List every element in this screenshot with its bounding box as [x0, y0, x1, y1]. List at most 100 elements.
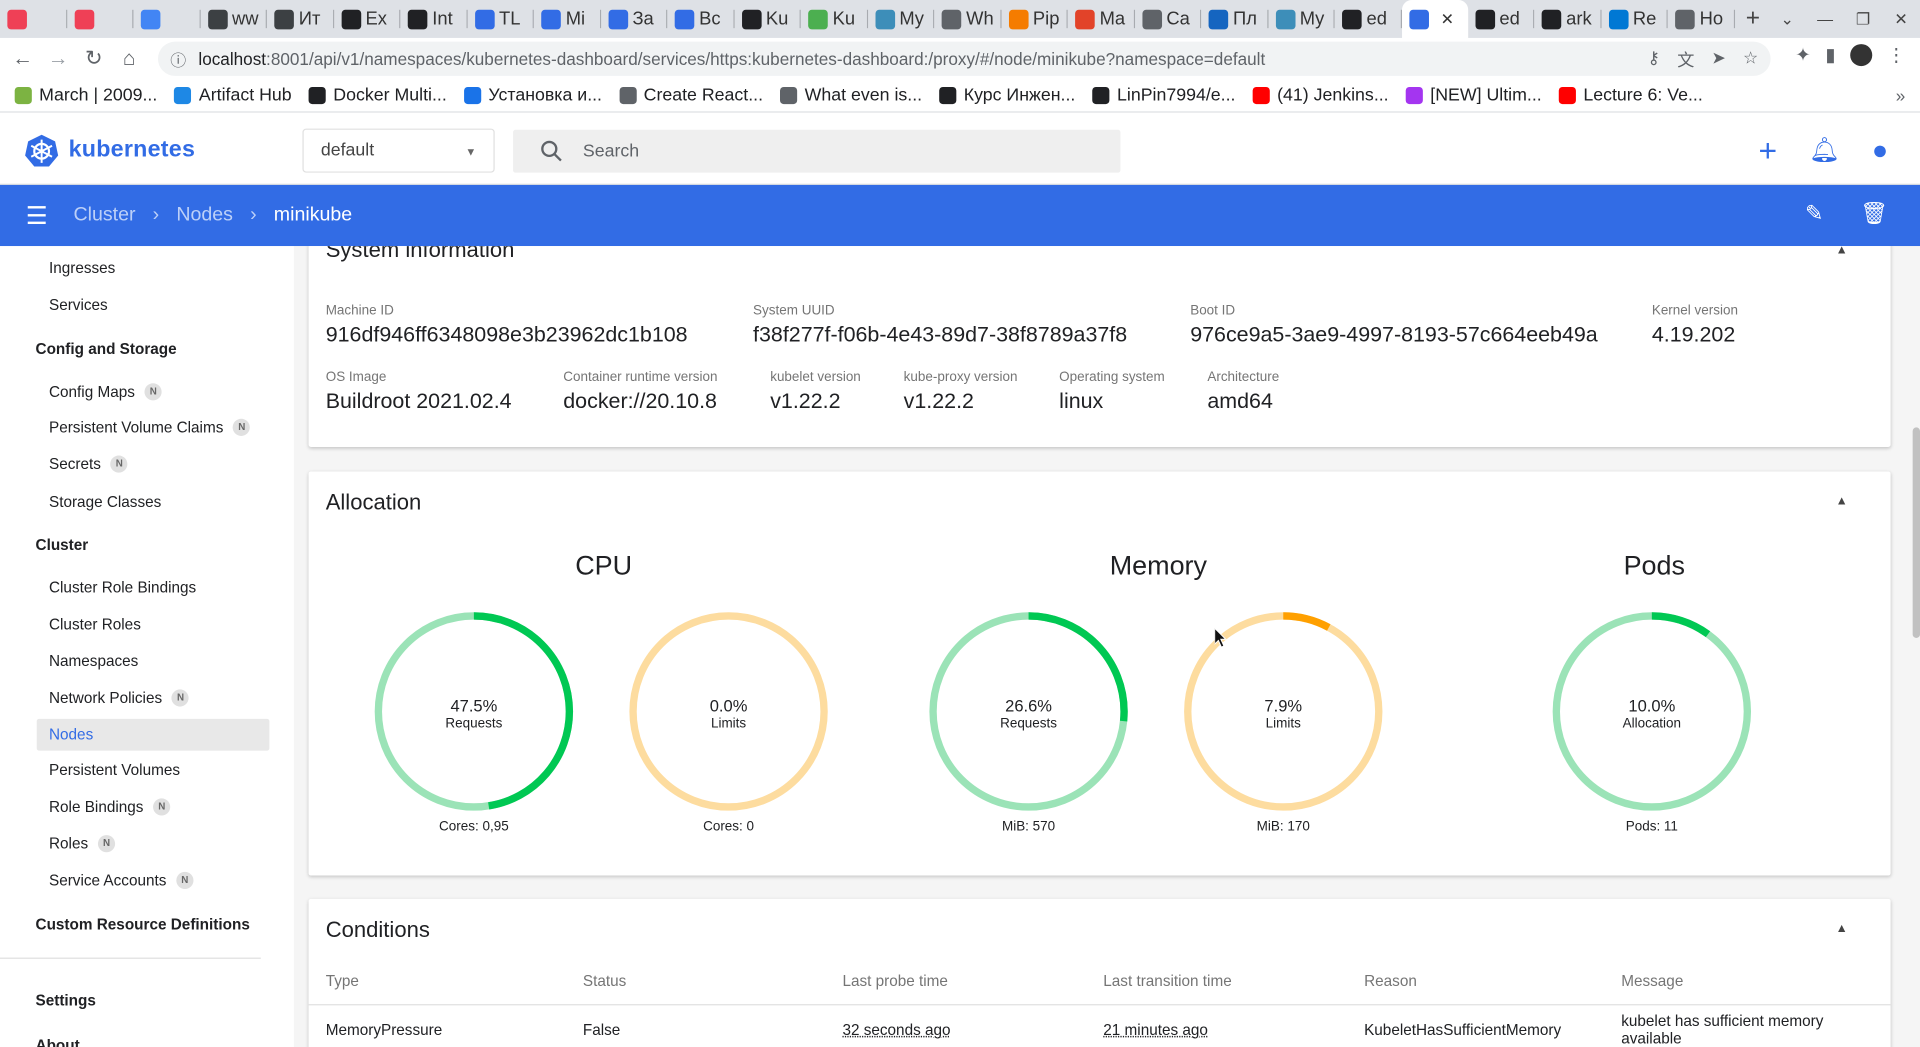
column-header[interactable]: Last transition time [1103, 972, 1231, 989]
sidebar-item-config-maps[interactable]: Config Maps N [49, 383, 162, 401]
delete-trash-icon[interactable]: 🗑︎ [1860, 201, 1888, 227]
reload-icon[interactable]: ↻ [76, 47, 112, 71]
sidebar-item-service-accounts[interactable]: Service Accounts N [49, 871, 194, 890]
browser-tab[interactable]: Пл [1201, 0, 1268, 38]
browser-tab[interactable]: Wh [934, 0, 1001, 38]
forward-icon[interactable]: → [40, 47, 76, 71]
sidebar-item-namespaces[interactable]: Namespaces [49, 653, 138, 670]
bookmark-item[interactable]: Docker Multi... [308, 86, 447, 105]
browser-tab[interactable]: Ca [1134, 0, 1201, 38]
sidebar-item-services[interactable]: Services [49, 296, 108, 313]
bookmark-item[interactable]: [NEW] Ultim... [1405, 86, 1542, 105]
bookmark-item[interactable]: Artifact Hub [174, 86, 292, 105]
browser-tab[interactable] [67, 0, 134, 38]
sidebar-item-persistent-volume-claims[interactable]: Persistent Volume Claims N [49, 418, 251, 436]
tab-search-icon[interactable]: ⌄ [1768, 9, 1806, 29]
send-icon[interactable]: ➤ [1711, 48, 1725, 72]
account-circle-icon[interactable]: ● [1872, 137, 1888, 164]
browser-tab[interactable]: ark [1534, 0, 1601, 38]
back-icon[interactable]: ← [5, 47, 41, 71]
create-plus-icon[interactable]: + [1759, 135, 1778, 167]
sidebar-item-role-bindings[interactable]: Role Bindings N [49, 798, 171, 816]
browser-tab[interactable]: Вс [667, 0, 734, 38]
profile-avatar[interactable] [1850, 44, 1873, 67]
sidebar-section-cluster[interactable]: Cluster [36, 536, 89, 553]
browser-tab[interactable] [0, 0, 67, 38]
browser-tab[interactable]: Int [400, 0, 467, 38]
collapse-arrow-icon[interactable]: ▲ [1836, 495, 1848, 508]
column-header[interactable]: Type [326, 972, 359, 989]
sidebar-item-secrets[interactable]: Secrets N [49, 455, 128, 473]
sidebar-section-config-and-storage[interactable]: Config and Storage [36, 340, 177, 357]
close-window-icon[interactable]: ✕ [1882, 9, 1920, 29]
bookmark-item[interactable]: March | 2009... [14, 86, 158, 105]
sidebar-section-settings[interactable]: Settings [36, 992, 96, 1009]
browser-tab[interactable]: Mi [534, 0, 601, 38]
breadcrumb-cluster[interactable]: Cluster [73, 205, 135, 227]
sidebar-item-roles[interactable]: Roles N [49, 835, 116, 853]
sidebar-section-about[interactable]: About [36, 1037, 80, 1047]
column-header[interactable]: Status [583, 972, 626, 989]
namespace-selector[interactable]: default ▼ [302, 128, 495, 173]
bookmark-item[interactable]: Create React... [619, 86, 763, 105]
browser-tab[interactable]: My [1268, 0, 1335, 38]
browser-tab[interactable]: Re [1601, 0, 1668, 38]
column-header[interactable]: Reason [1364, 972, 1417, 989]
browser-menu-icon[interactable]: ⋮ [1887, 44, 1905, 66]
collapse-arrow-icon[interactable]: ▲ [1836, 246, 1848, 257]
browser-tab[interactable]: Ex [334, 0, 401, 38]
search-input[interactable]: Search [583, 141, 639, 161]
sidebar-item-persistent-volumes[interactable]: Persistent Volumes [49, 762, 180, 779]
bookmark-star-icon[interactable]: ☆ [1743, 48, 1758, 72]
browser-tab[interactable]: За [601, 0, 668, 38]
address-bar[interactable]: ⓘ localhost:8001/api/v1/namespaces/kuber… [157, 41, 1771, 76]
sidebar-section-custom-resource-definitions[interactable]: Custom Resource Definitions [36, 916, 250, 933]
home-icon[interactable]: ⌂ [111, 47, 147, 71]
translate-icon[interactable]: 文 [1677, 48, 1694, 72]
browser-tab[interactable]: ✕ [1401, 0, 1468, 38]
browser-tab[interactable]: Pip [1001, 0, 1068, 38]
browser-tab[interactable]: ww [200, 0, 267, 38]
key-icon[interactable]: ⚷ [1647, 48, 1660, 72]
kubernetes-logo[interactable]: kubernetes [24, 133, 195, 167]
restore-icon[interactable]: ❐ [1844, 9, 1882, 29]
sidebar-item-cluster-roles[interactable]: Cluster Roles [49, 616, 141, 633]
bookmark-item[interactable]: Курс Инжен... [939, 86, 1075, 105]
sidebar-item-nodes[interactable]: Nodes [49, 726, 93, 743]
bookmark-item[interactable]: (41) Jenkins... [1252, 86, 1389, 105]
bookmark-item[interactable]: LinPin7994/e... [1092, 86, 1235, 105]
bookmark-item[interactable]: Lecture 6: Ve... [1558, 86, 1703, 105]
browser-tab[interactable]: Ku [801, 0, 868, 38]
more-bookmarks-button[interactable]: » [1896, 86, 1906, 106]
browser-tab[interactable]: TL [467, 0, 534, 38]
collapse-arrow-icon[interactable]: ▲ [1836, 922, 1848, 935]
browser-tab[interactable]: Ku [734, 0, 801, 38]
search-field[interactable]: Search [513, 129, 1121, 173]
extensions-icon[interactable]: ✦ [1795, 44, 1810, 66]
browser-tab[interactable]: Ho [1668, 0, 1735, 38]
notifications-bell-icon[interactable]: 🔔︎ [1809, 138, 1840, 162]
browser-tab[interactable]: Ma [1068, 0, 1135, 38]
side-panel-icon[interactable]: ▮ [1825, 44, 1835, 66]
browser-tab[interactable]: ed [1335, 0, 1402, 38]
minimize-icon[interactable]: — [1806, 10, 1844, 28]
breadcrumb-nodes[interactable]: Nodes [176, 205, 233, 227]
browser-tab[interactable] [133, 0, 200, 38]
browser-tab[interactable]: Ит [267, 0, 334, 38]
new-tab-button[interactable]: + [1734, 5, 1771, 33]
browser-tab[interactable]: My [868, 0, 935, 38]
column-header[interactable]: Last probe time [842, 972, 948, 989]
sidebar-item-storage-classes[interactable]: Storage Classes [49, 493, 161, 510]
close-tab-icon[interactable]: ✕ [1441, 9, 1454, 29]
site-info-icon[interactable]: ⓘ [170, 47, 186, 70]
edit-pencil-icon[interactable]: ✎ [1805, 201, 1823, 227]
bookmark-item[interactable]: Установка и... [463, 86, 602, 105]
page-scrollbar[interactable] [1912, 427, 1920, 638]
column-header[interactable]: Message [1621, 972, 1683, 989]
hamburger-menu-icon[interactable]: ☰ [0, 200, 73, 231]
browser-tab[interactable]: ed [1468, 0, 1535, 38]
sidebar-item-cluster-role-bindings[interactable]: Cluster Role Bindings [49, 579, 196, 596]
sidebar-item-ingresses[interactable]: Ingresses [49, 260, 115, 277]
bookmark-item[interactable]: What even is... [780, 86, 922, 105]
sidebar-item-network-policies[interactable]: Network Policies N [49, 689, 190, 707]
